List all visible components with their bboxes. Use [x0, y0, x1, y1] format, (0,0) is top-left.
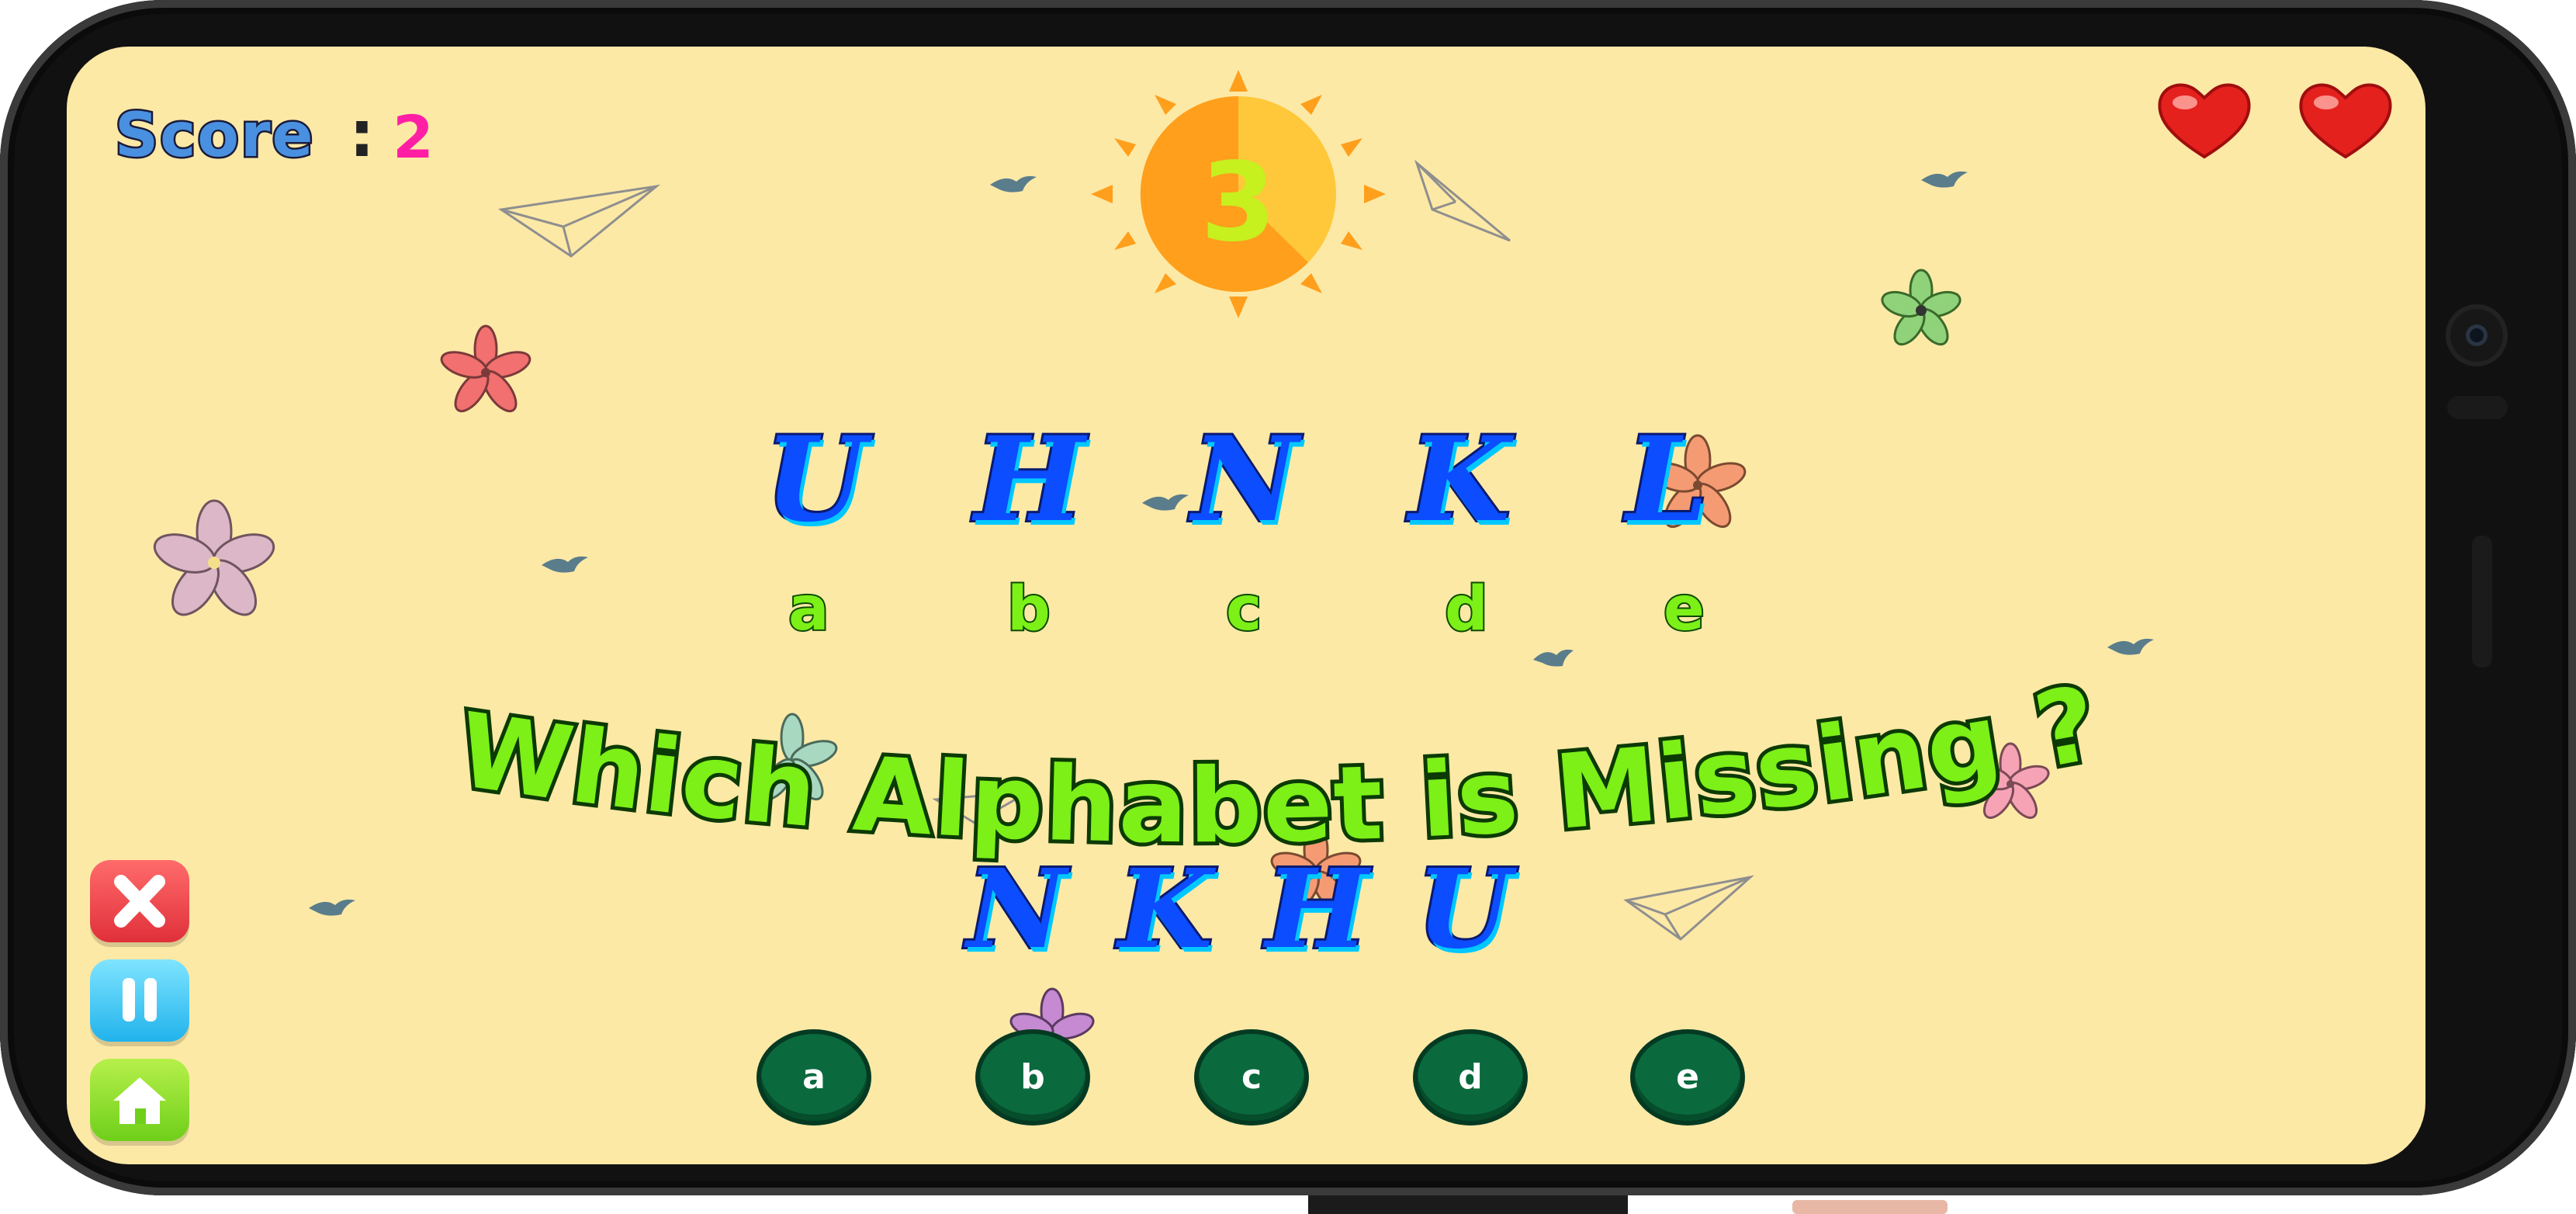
- shown-letter: H: [1263, 844, 1370, 976]
- shown-letter: N: [964, 844, 1068, 976]
- shown-letter: K: [1116, 844, 1215, 976]
- sequence-letter: N: [1189, 409, 1300, 550]
- position-label: d: [1443, 573, 1490, 646]
- phone-side-button: [2472, 536, 2492, 668]
- proximity-sensor: [2447, 396, 2508, 419]
- option-button-c[interactable]: c: [1194, 1029, 1309, 1126]
- position-label: c: [1224, 573, 1263, 646]
- sequence-letter: K: [1407, 409, 1512, 550]
- flower-icons: [153, 269, 2050, 1040]
- position-label: a: [787, 573, 831, 646]
- close-icon: [114, 875, 165, 928]
- option-button-a[interactable]: a: [757, 1029, 871, 1126]
- option-button-e[interactable]: e: [1630, 1029, 1745, 1126]
- hand-finger: [1792, 1200, 1948, 1214]
- pause-button[interactable]: [90, 959, 189, 1042]
- game-screen: Score : 2 3 U H N K L a b c d e Which Al…: [67, 47, 2425, 1164]
- home-icon: [113, 1077, 166, 1124]
- position-label: b: [1006, 573, 1052, 646]
- phone-bottom-edge: [1308, 1195, 1628, 1214]
- sequence-letter: H: [972, 409, 1087, 550]
- heart-icon: [2158, 83, 2251, 159]
- question-text: Which Alphabet is Missing ?: [455, 683, 2110, 869]
- position-label: e: [1662, 573, 1706, 646]
- option-button-d[interactable]: d: [1413, 1029, 1528, 1126]
- pause-icon: [123, 978, 157, 1021]
- timer-value: 3: [1200, 140, 1276, 266]
- close-button[interactable]: [90, 860, 189, 942]
- camera-lens: [2466, 324, 2488, 346]
- home-button[interactable]: [90, 1059, 189, 1141]
- score-colon: :: [349, 98, 375, 172]
- sequence-letter: L: [1624, 409, 1710, 550]
- option-button-b[interactable]: b: [975, 1029, 1090, 1126]
- sequence-letter: U: [763, 409, 869, 550]
- heart-icon: [2299, 83, 2392, 159]
- svg-text:Which Alphabet is Missing ?: Which Alphabet is Missing ?: [455, 683, 2107, 866]
- score-label: Score: [113, 99, 315, 173]
- shown-letter: U: [1414, 844, 1514, 976]
- score-value: 2: [393, 102, 434, 172]
